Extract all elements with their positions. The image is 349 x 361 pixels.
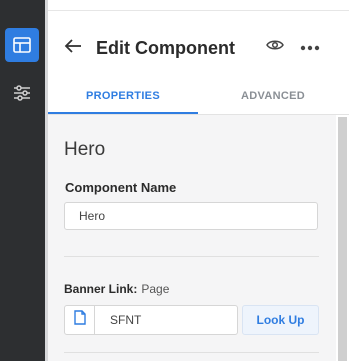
banner-link-type: Page [141, 282, 170, 296]
component-section-title: Hero [64, 139, 106, 160]
top-strip [48, 0, 349, 11]
back-button[interactable] [62, 37, 84, 59]
arrow-left-icon [64, 38, 82, 58]
eye-icon [266, 38, 284, 56]
scrollbar-thumb[interactable] [338, 117, 347, 361]
tab-advanced[interactable]: ADVANCED [198, 80, 348, 112]
settings-sliders-button[interactable] [5, 76, 39, 110]
divider [64, 352, 319, 353]
component-name-input[interactable] [64, 202, 318, 230]
banner-link-field[interactable]: SFNT [64, 305, 238, 335]
tab-properties[interactable]: PROPERTIES [48, 80, 198, 114]
scrollbar[interactable] [336, 115, 349, 361]
document-icon [73, 310, 86, 330]
tab-bar: PROPERTIES ADVANCED [48, 80, 349, 115]
component-name-label: Component Name [65, 180, 177, 195]
more-options-button[interactable] [298, 37, 322, 57]
banner-link-value: SFNT [110, 313, 142, 327]
banner-link-title: Banner Link: [64, 282, 138, 296]
sliders-icon [13, 85, 31, 101]
look-up-button[interactable]: Look Up [242, 305, 319, 335]
page-title: Edit Component [96, 38, 235, 58]
layout-button[interactable] [5, 28, 39, 62]
more-horizontal-icon [300, 38, 320, 56]
divider [64, 256, 319, 257]
layout-icon [13, 37, 31, 53]
preview-button[interactable] [264, 38, 286, 56]
banner-link-label: Banner Link: Page [64, 282, 169, 296]
edit-component-panel: Edit Component PROPERTIES ADVANCED Hero … [48, 0, 349, 361]
left-rail [0, 0, 45, 361]
page-picker-button[interactable] [65, 306, 95, 334]
